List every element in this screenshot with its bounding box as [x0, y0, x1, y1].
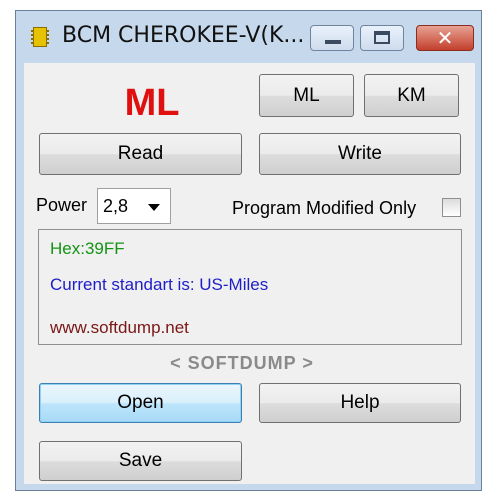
info-panel: Hex:39FF Current standart is: US-Miles w… — [38, 229, 462, 345]
read-button[interactable]: Read — [39, 133, 242, 175]
client-area: ML ML KM Read Write Power 2,8 Program Mo… — [24, 63, 475, 484]
close-icon: ✕ — [436, 26, 454, 50]
help-button[interactable]: Help — [259, 383, 461, 423]
minimize-button[interactable] — [310, 25, 354, 51]
power-label: Power — [36, 195, 88, 215]
power-select[interactable]: 2,8 — [97, 188, 171, 224]
km-button[interactable]: KM — [364, 74, 459, 117]
chip-icon — [31, 27, 49, 47]
website-link[interactable]: www.softdump.net — [50, 318, 189, 338]
mode-label: ML — [124, 82, 180, 124]
chevron-down-icon — [148, 204, 160, 211]
write-button[interactable]: Write — [259, 133, 461, 175]
window-title: BCM CHEROKEE-V(K... — [62, 23, 305, 48]
power-value: 2,8 — [103, 196, 129, 216]
program-modified-checkbox[interactable] — [442, 198, 461, 217]
standard-info: Current standart is: US-Miles — [50, 275, 269, 294]
minimize-icon — [325, 40, 341, 44]
maximize-button[interactable] — [360, 25, 404, 51]
close-button[interactable]: ✕ — [416, 25, 474, 51]
program-modified-label: Program Modified Only — [232, 198, 417, 218]
app-window: BCM CHEROKEE-V(K... ✕ ML ML KM Read Writ… — [15, 10, 482, 491]
ml-button[interactable]: ML — [259, 74, 354, 117]
open-button[interactable]: Open — [39, 383, 242, 423]
title-bar[interactable]: BCM CHEROKEE-V(K... ✕ — [16, 11, 481, 63]
maximize-icon — [374, 31, 390, 44]
hex-info: Hex:39FF — [50, 239, 125, 258]
brand-label: < SOFTDUMP > — [170, 353, 314, 373]
save-button[interactable]: Save — [39, 441, 242, 481]
